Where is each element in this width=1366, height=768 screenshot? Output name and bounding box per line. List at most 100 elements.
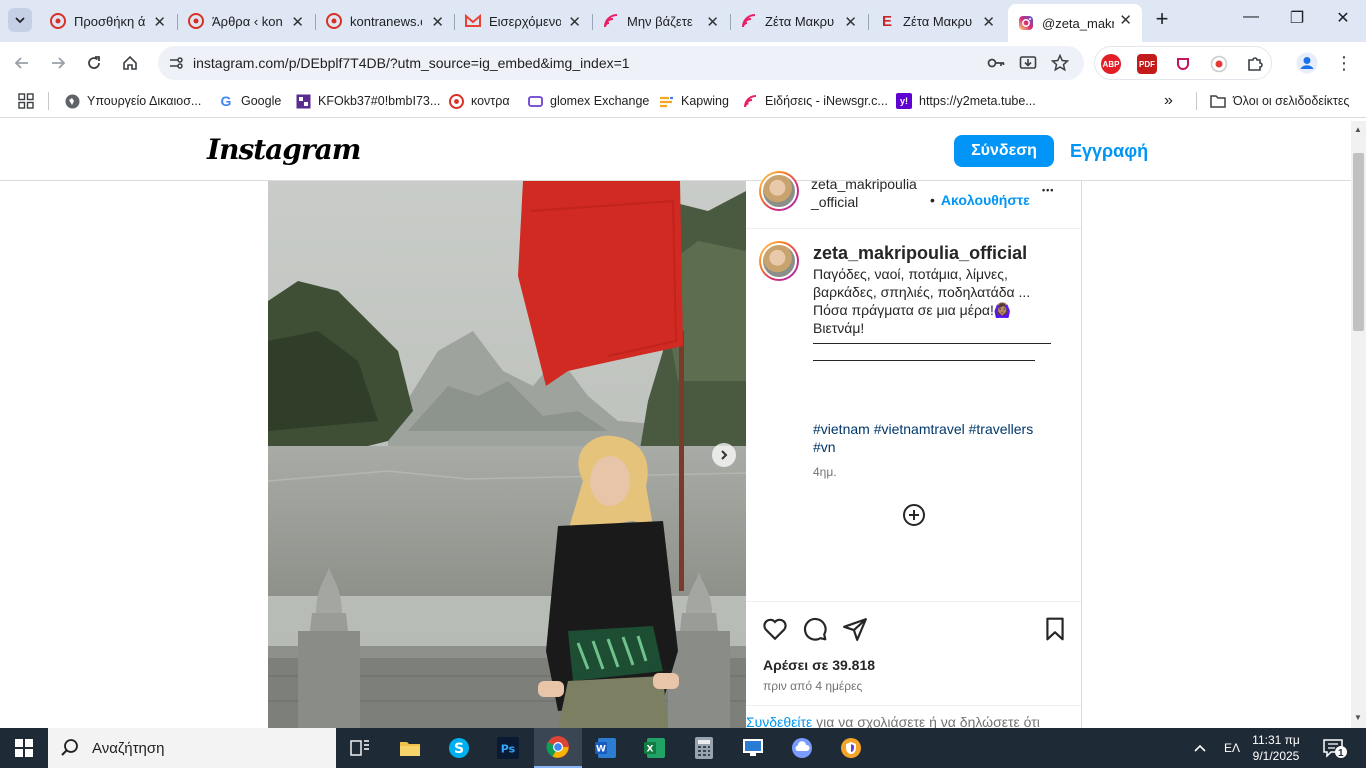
home-button[interactable] [118, 51, 142, 75]
login-button[interactable]: Σύνδεση [954, 135, 1054, 167]
record-icon[interactable] [1209, 54, 1229, 74]
calculator-icon[interactable] [680, 728, 728, 768]
apps-grid-icon[interactable] [18, 92, 34, 110]
next-image-button[interactable] [712, 443, 736, 467]
remote-desktop-icon[interactable] [729, 728, 777, 768]
tab-6[interactable]: Ζέτα Μακρυ ✕ [731, 6, 867, 36]
taskbar-search[interactable]: Αναζήτηση [48, 728, 336, 768]
address-bar[interactable]: instagram.com/p/DEbplf7T4DB/?utm_source=… [158, 46, 1084, 80]
bookmark-item[interactable]: κοντρα [448, 92, 510, 110]
clock-date: 9/1/2025 [1252, 749, 1300, 763]
follow-button[interactable]: • Ακολουθήστε [930, 192, 1030, 208]
tab-2[interactable]: Άρθρα ‹ kon ✕ [178, 6, 314, 36]
bookmark-item[interactable]: KFOkb37#0!bmbI73... [295, 92, 440, 110]
restore-button[interactable]: ❐ [1274, 8, 1320, 34]
hashtags[interactable]: #vietnam #vietnamtravel #travellers #vn [813, 420, 1053, 456]
scroll-up-icon[interactable]: ▲ [1354, 125, 1362, 134]
minimize-button[interactable]: — [1228, 8, 1274, 34]
more-bookmarks-button[interactable]: » [1164, 92, 1173, 110]
inewsgr-icon [742, 93, 758, 109]
close-icon[interactable]: ✕ [431, 13, 444, 31]
plus-circle-icon[interactable] [902, 503, 926, 527]
close-icon[interactable]: ✕ [568, 13, 581, 31]
avatar[interactable] [759, 171, 799, 211]
windows-logo-icon [15, 739, 33, 757]
bookmark-item[interactable]: Kapwing [658, 92, 729, 110]
signup-link[interactable]: Εγγραφή [1070, 141, 1148, 162]
tab-5[interactable]: Μην βάζετε ✕ [593, 6, 729, 36]
close-icon[interactable]: ✕ [706, 13, 719, 31]
start-button[interactable] [0, 728, 48, 768]
close-icon[interactable]: ✕ [153, 13, 166, 31]
task-view-icon[interactable] [336, 728, 384, 768]
close-window-button[interactable]: ✕ [1320, 8, 1366, 34]
url-text[interactable]: instagram.com/p/DEbplf7T4DB/?utm_source=… [193, 55, 630, 71]
caption-line: Πόσα πράγματα σε μια μέρα!🙆🏽‍♀️ [813, 302, 1012, 318]
profile-button[interactable] [1295, 51, 1319, 75]
bookmark-item[interactable]: glomex Exchange [527, 92, 649, 110]
language-indicator[interactable]: ΕΛ [1224, 728, 1240, 768]
scroll-down-icon[interactable]: ▼ [1354, 713, 1362, 722]
comment-icon[interactable] [802, 616, 828, 642]
vpn-shield-icon[interactable] [827, 728, 875, 768]
new-tab-button[interactable]: + [1150, 8, 1174, 32]
close-icon[interactable]: ✕ [982, 13, 995, 31]
post-image[interactable] [268, 181, 746, 728]
puzzle-icon[interactable] [1245, 54, 1265, 74]
tab-4[interactable]: Εισερχόμενα ✕ [455, 6, 591, 36]
post-photo [268, 181, 746, 728]
share-icon[interactable] [842, 616, 868, 642]
chrome-icon[interactable] [534, 728, 582, 768]
bookmark-item[interactable]: Υπουργείο Δικαιοσ... [64, 92, 201, 110]
page-scrollbar[interactable]: ▲ ▼ [1351, 121, 1366, 728]
follow-dot: • [930, 192, 935, 208]
notification-icon [1323, 739, 1347, 758]
forward-button[interactable] [46, 51, 70, 75]
close-icon[interactable]: ✕ [1119, 11, 1132, 29]
likes-count[interactable]: Αρέσει σε 39.818 [763, 657, 875, 673]
excel-icon[interactable]: X [631, 728, 679, 768]
bookmark-icon[interactable] [1042, 616, 1068, 642]
scrollbar-thumb[interactable] [1353, 153, 1364, 331]
clock[interactable]: 11:31 πμ 9/1/2025 [1245, 732, 1307, 764]
word-icon[interactable]: W [582, 728, 630, 768]
close-icon[interactable]: ✕ [291, 13, 304, 31]
caption-area: zeta_makripoulia_official Παγόδες, ναοί,… [746, 229, 1081, 601]
skype-icon[interactable]: S [435, 728, 483, 768]
heart-icon[interactable] [762, 616, 788, 642]
adblock-icon[interactable]: ABP [1101, 54, 1121, 74]
tab-1[interactable]: Προσθήκη ά ✕ [40, 6, 176, 36]
tab-instagram-active[interactable]: @zeta_makri ✕ [1008, 4, 1142, 42]
photoshop-icon[interactable]: Ps [484, 728, 532, 768]
reload-button[interactable] [82, 51, 106, 75]
tab-7[interactable]: E Ζέτα Μακρυ ✕ [869, 6, 1005, 36]
instagram-logo[interactable]: Instagram [207, 133, 361, 166]
more-options-icon[interactable]: ••• [1042, 185, 1054, 195]
bookmark-star-icon[interactable] [1050, 53, 1070, 73]
install-app-icon[interactable] [1018, 53, 1038, 73]
tab-search-menu[interactable] [8, 8, 32, 32]
bookmark-item[interactable]: G Google [218, 92, 282, 110]
avatar[interactable] [759, 241, 799, 281]
tab-3[interactable]: kontranews.c ✕ [316, 6, 454, 36]
post-sidebar: zeta_makripoulia _official • Ακολουθήστε … [746, 171, 1082, 728]
tray-chevron-up-icon[interactable] [1192, 728, 1208, 768]
back-button[interactable] [10, 51, 34, 75]
cloud-app-icon[interactable] [778, 728, 826, 768]
site-info-icon[interactable] [164, 51, 188, 75]
close-icon[interactable]: ✕ [844, 13, 857, 31]
login-to-comment-link[interactable]: Συνδεθείτε [746, 714, 812, 728]
all-bookmarks-button[interactable]: Όλοι οι σελιδοδείκτες [1210, 92, 1349, 110]
bookmark-item[interactable]: Ειδήσεις - iNewsgr.c... [742, 92, 888, 110]
menu-kebab-icon[interactable]: ⋮ [1332, 51, 1356, 75]
bookmark-label: https://y2meta.tube... [919, 94, 1036, 108]
folder-icon [1210, 93, 1226, 109]
shield-extension-icon[interactable] [1173, 54, 1193, 74]
pdf-icon[interactable]: PDF [1137, 54, 1157, 74]
post-username[interactable]: zeta_makripoulia _official [811, 175, 921, 211]
caption-username[interactable]: zeta_makripoulia_official [813, 243, 1027, 264]
key-icon[interactable] [986, 53, 1006, 73]
file-explorer-icon[interactable] [386, 728, 434, 768]
notifications-button[interactable]: 1 [1322, 728, 1348, 768]
bookmark-item[interactable]: y! https://y2meta.tube... [896, 92, 1036, 110]
